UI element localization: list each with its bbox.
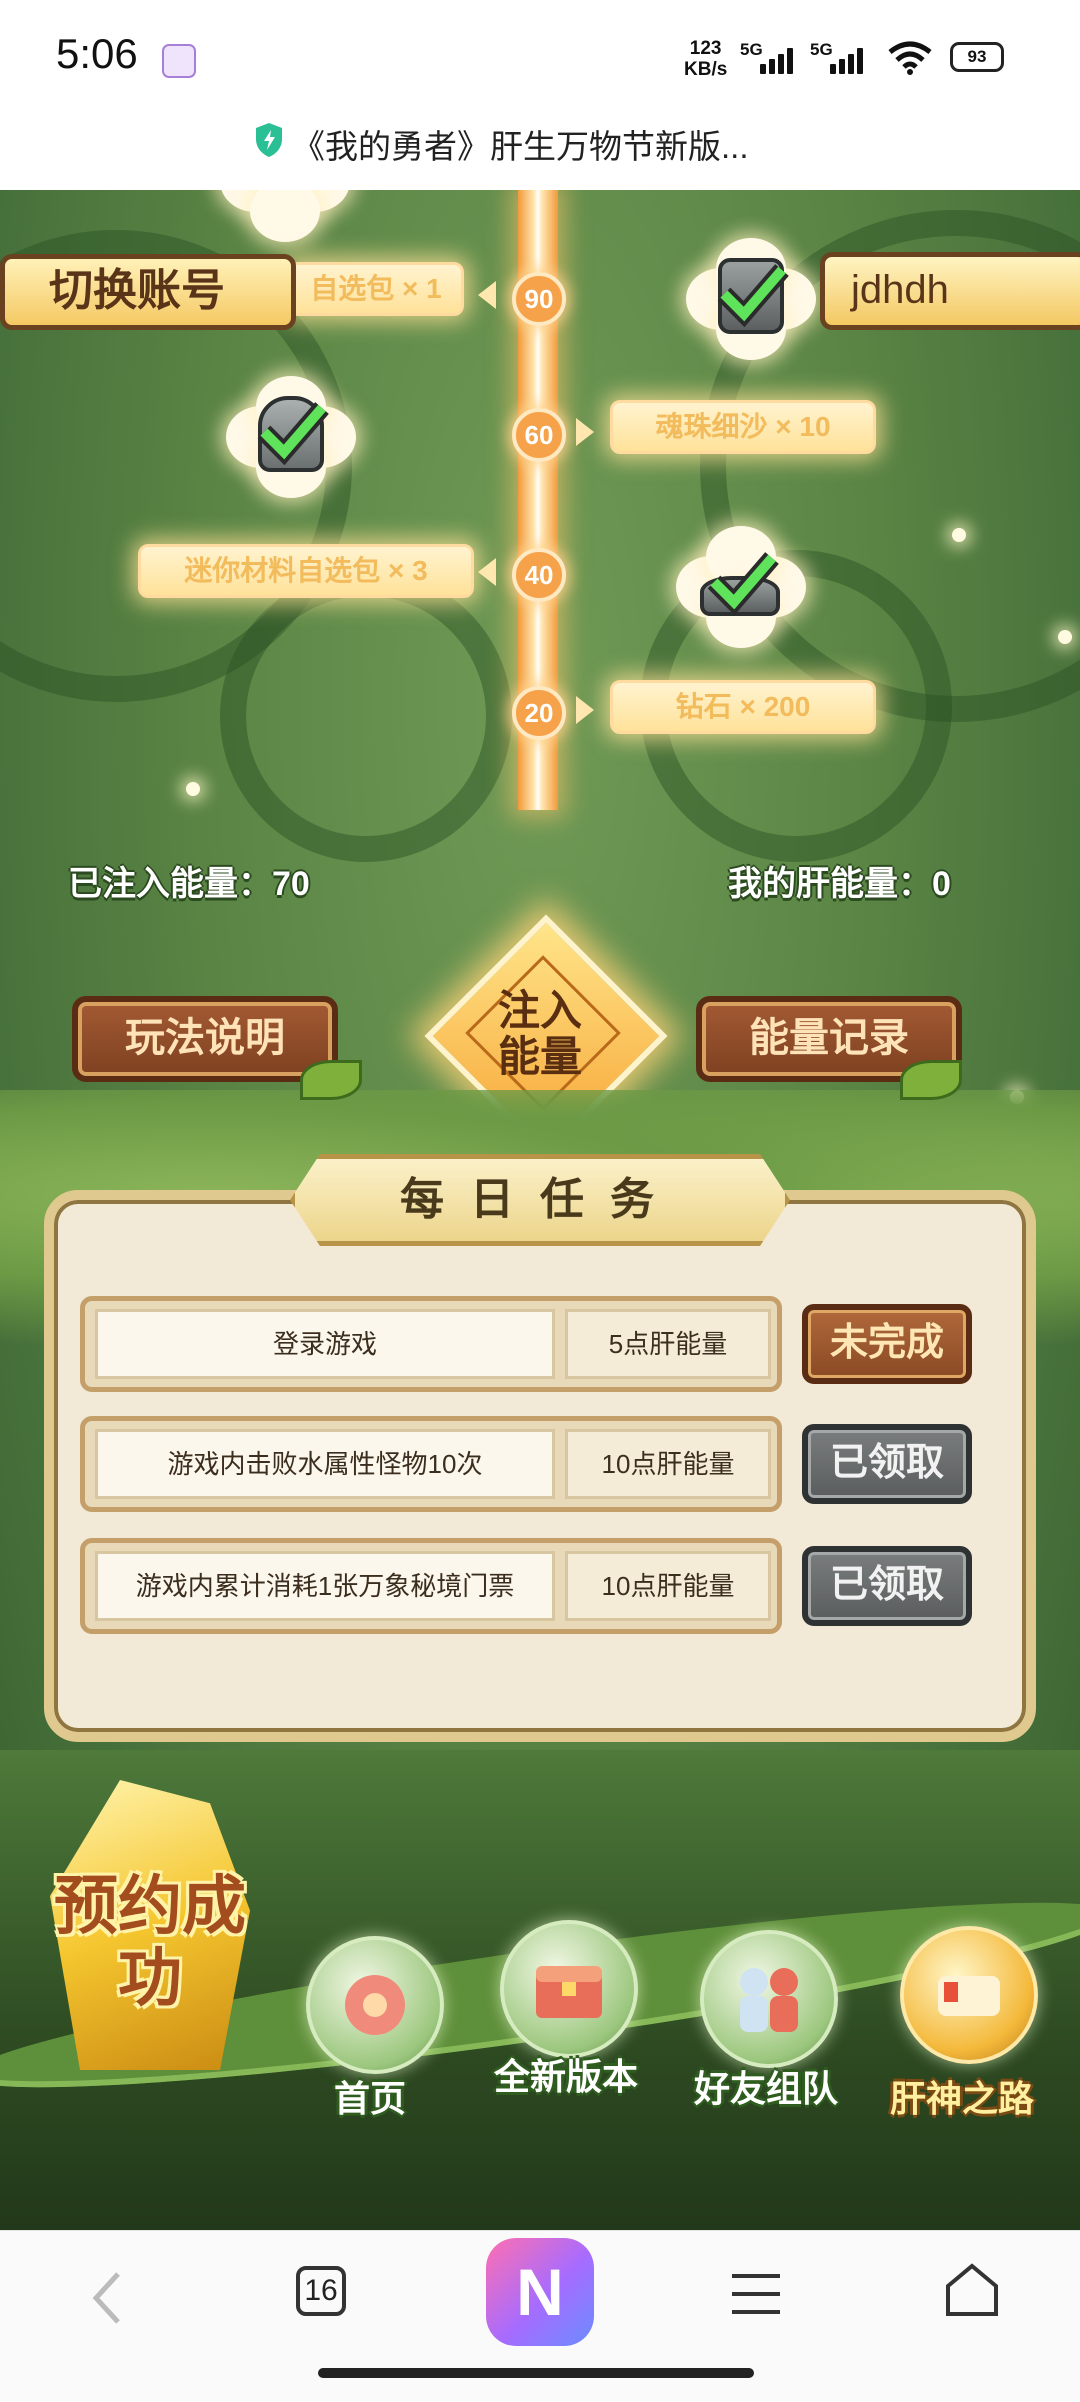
vine-decoration: [220, 570, 512, 862]
sparkle: [952, 528, 966, 542]
nav-new-version-label[interactable]: 全新版本: [494, 2048, 638, 2100]
secure-shield-icon: [256, 123, 282, 157]
game-canvas: 自选包 × 1 90 切换账号 jdhdh 60 魂珠细沙 × 10 迷你材料自…: [0, 190, 1080, 2230]
notification-app-icon: [162, 44, 196, 78]
clock: 5:06: [56, 30, 138, 77]
rules-button[interactable]: 玩法说明: [72, 996, 338, 1082]
injected-energy: 已注入能量：70: [68, 865, 310, 903]
arrow-left-icon: [478, 558, 496, 586]
daily-tasks-title: 每日任务: [290, 1154, 790, 1246]
my-energy: 我的肝能量：0: [728, 865, 951, 903]
inject-energy-label: 注入能量: [497, 987, 582, 1080]
node-90: 90: [512, 272, 566, 326]
task-status-button[interactable]: 未完成: [802, 1304, 972, 1384]
reward-flower-40: [676, 526, 806, 648]
page-title: 《我的勇者》肝生万物节新版...: [292, 128, 749, 165]
booking-success-text: 预约成功: [54, 1870, 246, 2014]
signal-bars-1-icon: [760, 46, 802, 74]
address-bar[interactable]: 《我的勇者》肝生万物节新版...: [0, 110, 1080, 190]
network-speed-value: 123: [689, 38, 722, 59]
sparkle: [186, 782, 200, 796]
reward-flower-90: [686, 238, 816, 360]
signal-bars-2-icon: [830, 46, 872, 74]
booking-success-badge[interactable]: 预约成功: [20, 1770, 270, 2080]
task-points: 10点肝能量: [565, 1429, 771, 1499]
nav-team-up-label[interactable]: 好友组队: [694, 2060, 838, 2112]
task-status-button[interactable]: 已领取: [802, 1424, 972, 1504]
task-points: 5点肝能量: [565, 1309, 771, 1379]
node-40: 40: [512, 548, 566, 602]
home-nav-icon[interactable]: [306, 1936, 444, 2074]
liver-god-road-nav-icon[interactable]: [900, 1926, 1038, 2064]
task-name: 登录游戏: [95, 1309, 555, 1379]
nav-liver-god-road-label[interactable]: 肝神之路: [890, 2070, 1034, 2122]
tab-count-button[interactable]: 16: [296, 2266, 346, 2316]
task-row: 游戏内累计消耗1张万象秘境门票 10点肝能量: [80, 1538, 782, 1634]
back-icon[interactable]: [88, 2270, 128, 2326]
check-icon: [707, 552, 779, 616]
status-bar: 5:06 123 KB/s 5G 5G 93: [0, 0, 1080, 110]
node-60: 60: [512, 408, 566, 462]
center-app-button[interactable]: N: [486, 2238, 594, 2346]
nav-home-label[interactable]: 首页: [334, 2070, 406, 2122]
leaf-decoration: [900, 1060, 962, 1100]
reward-20: 钻石 × 200: [610, 680, 876, 734]
reward-40: 迷你材料自选包 × 3: [138, 544, 474, 598]
arrow-right-icon: [576, 696, 594, 724]
check-icon: [717, 264, 789, 328]
network-speed-unit: KB/s: [684, 59, 728, 80]
task-points: 10点肝能量: [565, 1551, 771, 1621]
task-name: 游戏内击败水属性怪物10次: [95, 1429, 555, 1499]
arrow-right-icon: [576, 418, 594, 446]
username-display: jdhdh: [820, 252, 1080, 330]
check-icon: [257, 402, 329, 466]
switch-account-button[interactable]: 切换账号: [0, 254, 296, 330]
arrow-left-icon: [478, 281, 496, 309]
task-name: 游戏内累计消耗1张万象秘境门票: [95, 1551, 555, 1621]
wifi-icon: [888, 41, 932, 75]
team-up-nav-icon[interactable]: [700, 1930, 838, 2068]
gesture-home-bar[interactable]: [318, 2368, 754, 2378]
leaf-decoration: [300, 1060, 362, 1100]
new-version-nav-icon[interactable]: [500, 1920, 638, 2058]
task-status-button[interactable]: 已领取: [802, 1546, 972, 1626]
reward-flower-top: [220, 190, 350, 250]
sparkle: [1058, 630, 1072, 644]
node-20: 20: [512, 686, 566, 740]
reward-flower-60: [226, 376, 356, 498]
battery-icon: 93: [950, 42, 1004, 72]
menu-icon[interactable]: [730, 2270, 782, 2318]
home-icon[interactable]: [944, 2262, 1000, 2320]
network-speed: 123 KB/s: [684, 38, 727, 80]
task-row: 游戏内击败水属性怪物10次 10点肝能量: [80, 1416, 782, 1512]
reward-60: 魂珠细沙 × 10: [610, 400, 876, 454]
task-row: 登录游戏 5点肝能量: [80, 1296, 782, 1392]
reward-90: 自选包 × 1: [288, 262, 464, 316]
